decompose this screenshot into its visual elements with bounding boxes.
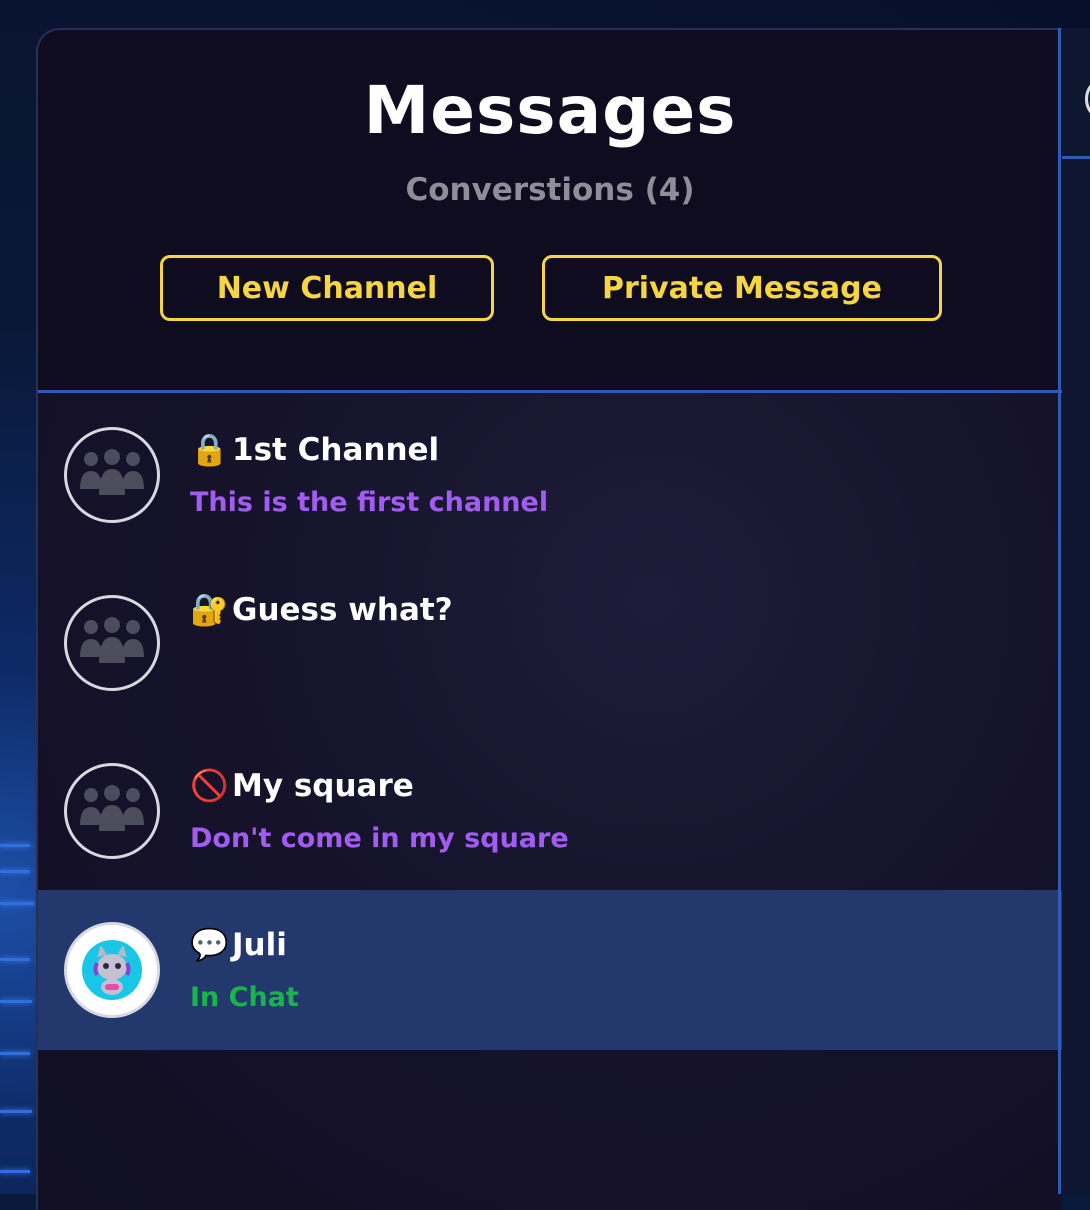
- messages-panel: Messages Converstions (4) New Channel Pr…: [36, 28, 1062, 1210]
- conversation-item-guess-what[interactable]: 🔐 Guess what?: [38, 561, 1062, 721]
- chat-avatar-peek: [1085, 76, 1090, 122]
- conversation-subtitle: Don't come in my square: [190, 823, 569, 854]
- lock-with-key-icon: 🔐: [190, 592, 229, 628]
- group-icon: [64, 763, 160, 859]
- conversation-title: 💬 Juli: [190, 927, 287, 963]
- prohibited-icon: 🚫: [190, 768, 229, 804]
- conversation-item-juli[interactable]: 💬 Juli In Chat: [38, 890, 1062, 1050]
- conversation-count: Converstions (4): [405, 172, 695, 208]
- conversation-title: 🚫 My square: [190, 768, 414, 804]
- conversation-subtitle: This is the first channel: [190, 487, 549, 518]
- group-icon: [64, 595, 160, 691]
- conversation-title: 🔐 Guess what?: [190, 592, 453, 628]
- private-message-button[interactable]: Private Message: [542, 255, 942, 321]
- decorative-glow-lines: [0, 840, 36, 1194]
- conversation-item-my-square[interactable]: 🚫 My square Don't come in my square: [38, 729, 1062, 889]
- panel-divider: [1058, 28, 1061, 1194]
- chat-pane-edge: [1061, 28, 1090, 1194]
- chat-pane-divider: [1061, 156, 1090, 159]
- group-icon: [64, 427, 160, 523]
- conversation-item-1st-channel[interactable]: 🔒 1st Channel This is the first channel: [38, 393, 1062, 553]
- lock-icon: 🔒: [190, 432, 229, 468]
- conversation-title: 🔒 1st Channel: [190, 432, 440, 468]
- speech-bubble-icon: 💬: [190, 927, 229, 963]
- messages-header: Messages Converstions (4) New Channel Pr…: [38, 30, 1062, 393]
- conversation-status: In Chat: [190, 982, 299, 1013]
- page-title: Messages: [363, 72, 737, 149]
- conversation-list: 🔒 1st Channel This is the first channel 🔐…: [38, 393, 1062, 1210]
- cat-avatar-icon: [64, 922, 160, 1018]
- new-channel-button[interactable]: New Channel: [160, 255, 494, 321]
